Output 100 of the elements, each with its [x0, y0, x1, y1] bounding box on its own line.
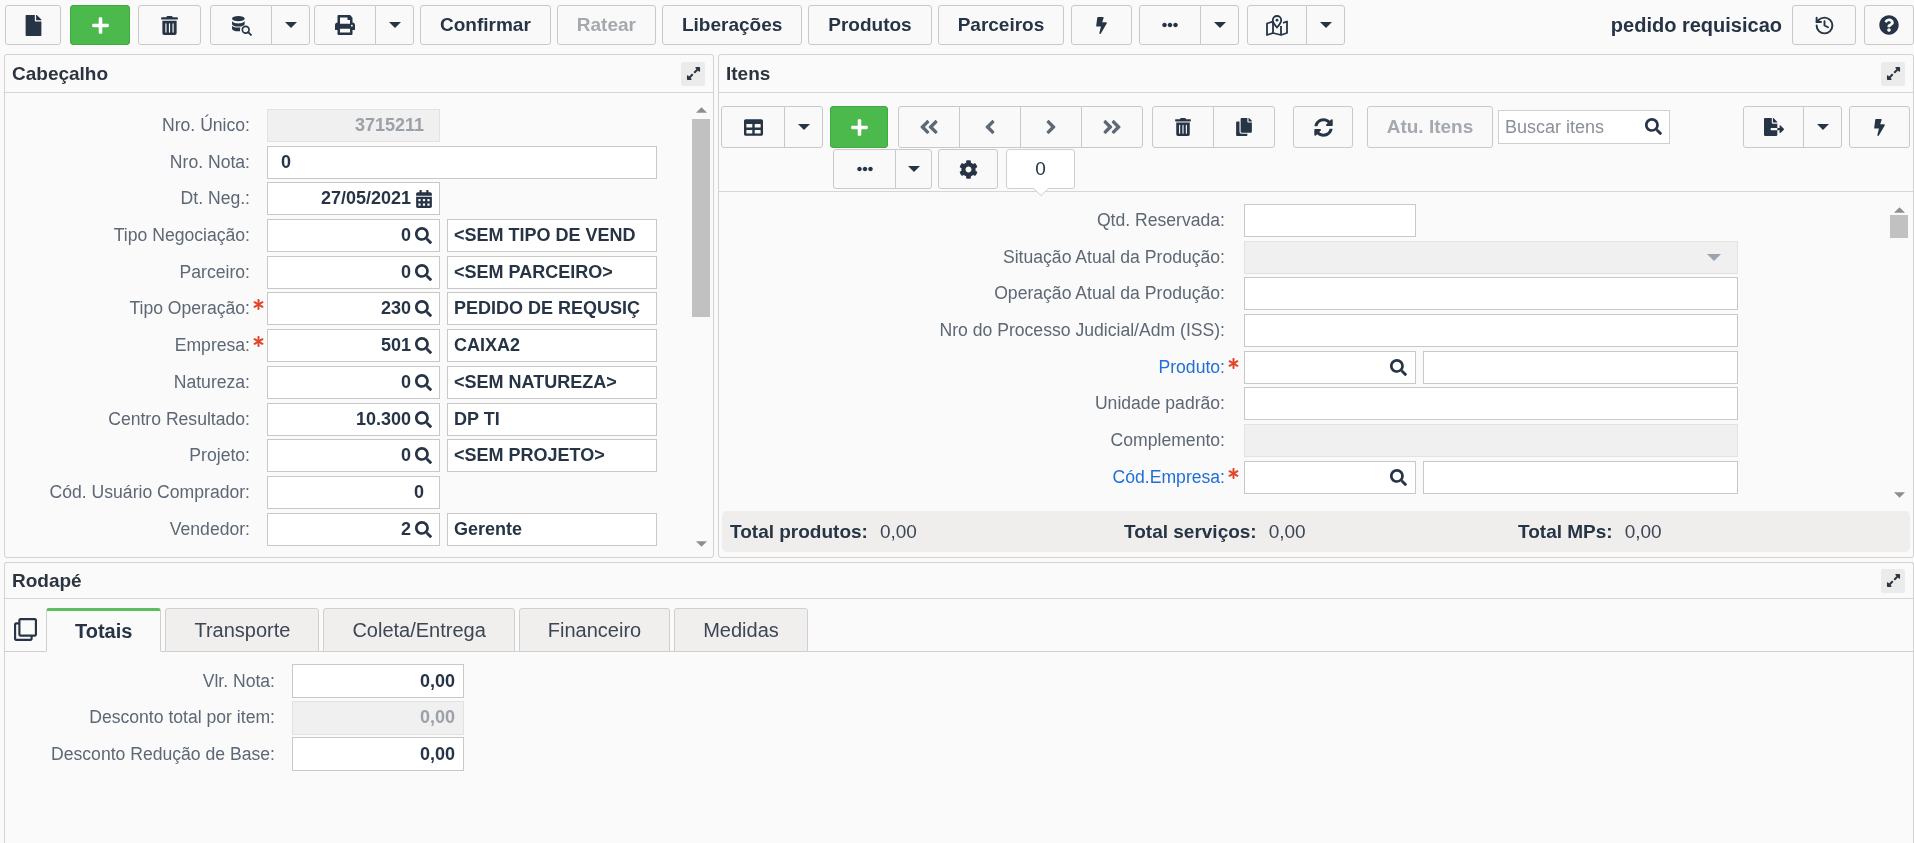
search-icon[interactable] [415, 373, 432, 391]
search-icon[interactable] [415, 410, 432, 428]
add-button[interactable] [70, 5, 130, 45]
search-icon[interactable] [415, 337, 432, 355]
help-button[interactable] [1864, 5, 1914, 45]
field-link[interactable]: Cód.Empresa: [719, 466, 1225, 488]
search-icon[interactable] [415, 227, 432, 245]
dropdown-button[interactable] [375, 5, 414, 45]
field-label: Nro. Nota: [168, 151, 250, 173]
scroll-down-icon[interactable] [1893, 492, 1905, 498]
refresh-button[interactable] [1293, 106, 1353, 148]
dropdown-button[interactable] [1306, 5, 1346, 45]
search-icon[interactable] [1390, 358, 1407, 376]
code-field[interactable]: 501 [267, 329, 440, 363]
export-button[interactable] [1743, 106, 1804, 148]
tab[interactable]: Coleta/Entrega [323, 608, 515, 652]
map-button[interactable] [1247, 5, 1308, 45]
input-field[interactable] [1423, 350, 1738, 384]
amount-field[interactable]: 0,00 [292, 737, 464, 772]
field-label: Tipo Negociação: [112, 225, 250, 247]
search-field[interactable]: Buscar itens [1498, 110, 1670, 144]
total-value: 0,00 [879, 520, 917, 543]
panel-title: Rodapé [12, 569, 82, 592]
search-icon[interactable] [415, 520, 432, 538]
last-button[interactable] [1081, 106, 1143, 148]
input-field[interactable] [1244, 204, 1416, 237]
settings-button[interactable] [938, 149, 998, 189]
field-label: Tipo Operação: [128, 298, 250, 320]
description-field[interactable]: <SEM PARCEIRO> [447, 255, 657, 289]
tab[interactable]: Medidas [674, 608, 808, 652]
tab[interactable]: Totais [46, 608, 162, 652]
expand-button[interactable] [1881, 61, 1905, 86]
code-field[interactable]: 0 [267, 255, 440, 289]
copy-button[interactable] [13, 616, 38, 642]
description-field[interactable]: <SEM PROJETO> [447, 439, 657, 473]
add-button[interactable] [830, 106, 888, 148]
tab[interactable]: Financeiro [518, 608, 671, 652]
code-field[interactable]: 0 [267, 365, 440, 399]
tab[interactable]: Transporte [165, 608, 320, 652]
field-label: Projeto: [188, 445, 250, 467]
scroll-up-icon[interactable] [695, 107, 707, 113]
field-label: Natureza: [172, 371, 250, 393]
expand-button[interactable] [681, 61, 705, 86]
field-link[interactable]: Produto: [719, 356, 1225, 378]
input-field[interactable] [1244, 277, 1738, 311]
input-field[interactable]: 0 [267, 145, 657, 179]
toolbar-button[interactable]: Parceiros [937, 5, 1065, 45]
dropdown-button[interactable] [895, 149, 932, 189]
print-button[interactable] [314, 5, 376, 45]
first-button[interactable] [898, 106, 960, 148]
actions-button[interactable] [1849, 106, 1910, 148]
search-icon[interactable] [415, 263, 432, 281]
dropdown-button[interactable] [1803, 106, 1842, 148]
scrollbar-thumb[interactable] [692, 119, 710, 317]
code-field[interactable]: 10.300 [267, 402, 440, 436]
grid-view-button[interactable] [721, 106, 785, 148]
date-field[interactable]: 27/05/2021 [267, 182, 440, 216]
description-field[interactable]: CAIXA2 [447, 329, 657, 363]
code-field[interactable]: 0 [267, 219, 440, 253]
field-label: Nro do Processo Judicial/Adm (ISS): [938, 320, 1225, 342]
delete-button[interactable] [138, 5, 201, 45]
caret-icon [388, 22, 401, 28]
scrollbar-thumb[interactable] [1890, 215, 1908, 238]
expand-button[interactable] [1881, 568, 1905, 593]
code-field[interactable]: 2 [267, 512, 440, 546]
report-button[interactable] [210, 5, 272, 45]
search-icon[interactable] [415, 300, 432, 318]
search-icon[interactable] [1645, 118, 1662, 135]
scroll-down-icon[interactable] [695, 541, 707, 547]
history-button[interactable] [1792, 5, 1856, 45]
lookup-field[interactable] [1244, 350, 1416, 384]
description-field[interactable]: DP TI [447, 402, 657, 436]
toolbar-button[interactable]: Liberações [661, 5, 803, 45]
description-field[interactable]: PEDIDO DE REQUSIÇ [447, 292, 657, 326]
dropdown-button[interactable] [784, 106, 823, 148]
code-field[interactable]: 0 [267, 439, 440, 473]
search-icon[interactable] [415, 447, 432, 465]
copy-button[interactable] [1213, 106, 1275, 148]
toolbar-button[interactable]: Confirmar [420, 5, 551, 45]
delete-button[interactable] [1152, 106, 1214, 148]
scroll-up-icon[interactable] [1893, 207, 1905, 213]
description-field[interactable]: Gerente [447, 512, 657, 546]
lookup-field[interactable] [1244, 460, 1416, 494]
calendar-icon[interactable] [415, 189, 433, 208]
search-icon[interactable] [1390, 468, 1407, 486]
toolbar-button[interactable]: Produtos [808, 5, 932, 45]
code-field[interactable]: 230 [267, 292, 440, 326]
dropdown-button[interactable] [1200, 5, 1240, 45]
new-document-button[interactable] [5, 5, 61, 45]
input-field[interactable] [1244, 387, 1738, 421]
number-field[interactable]: 0 [267, 475, 440, 509]
dropdown-button[interactable] [271, 5, 310, 45]
amount-field[interactable]: 0,00 [292, 664, 464, 698]
field-label: Situação Atual da Produção: [1001, 246, 1225, 268]
input-field[interactable] [1244, 314, 1738, 348]
actions-button[interactable] [1071, 5, 1133, 45]
file-export-icon [1763, 117, 1784, 137]
input-field[interactable] [1423, 460, 1738, 494]
description-field[interactable]: <SEM TIPO DE VEND [447, 219, 657, 253]
description-field[interactable]: <SEM NATUREZA> [447, 365, 657, 399]
